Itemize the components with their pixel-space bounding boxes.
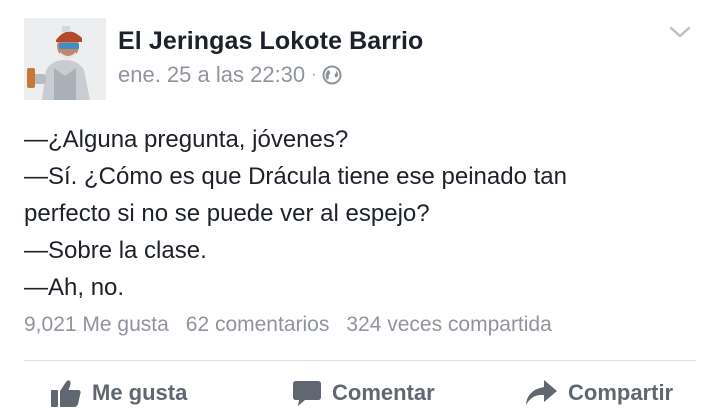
avatar[interactable] xyxy=(24,18,106,100)
share-arrow-icon xyxy=(526,380,557,405)
like-button[interactable]: Me gusta xyxy=(50,372,187,414)
chevron-down-icon[interactable] xyxy=(668,22,692,42)
post-timestamp[interactable]: ene. 25 a las 22:30 xyxy=(118,62,305,88)
meta-separator: · xyxy=(311,66,317,83)
comment-icon xyxy=(293,381,321,406)
globe-icon[interactable] xyxy=(322,65,342,85)
shares-count[interactable]: 324 veces compartida xyxy=(346,313,551,337)
post-body-line: perfecto si no se puede ver al espejo? xyxy=(24,200,430,227)
comments-count[interactable]: 62 comentarios xyxy=(186,313,330,337)
facebook-post: El Jeringas Lokote Barrio ene. 25 a las … xyxy=(0,0,720,417)
comment-button[interactable]: Comentar xyxy=(292,372,435,414)
like-label: Me gusta xyxy=(92,380,188,405)
share-button[interactable]: Compartir xyxy=(524,372,673,414)
post-meta: ene. 25 a las 22:30 · xyxy=(118,62,342,88)
share-label: Compartir xyxy=(568,380,674,405)
likes-count[interactable]: 9,021 Me gusta xyxy=(24,313,169,337)
post-body-line: —Sí. ¿Cómo es que Drácula tiene ese pein… xyxy=(24,163,567,190)
avatar-image xyxy=(24,18,106,100)
comment-label: Comentar xyxy=(332,380,435,405)
post-body-line: —Ah, no. xyxy=(24,274,125,301)
post-body-line: —¿Alguna pregunta, jóvenes? xyxy=(24,126,349,153)
post-body: —¿Alguna pregunta, jóvenes? —Sí. ¿Cómo e… xyxy=(24,121,704,306)
post-stats: 9,021 Me gusta 62 comentarios 324 veces … xyxy=(24,313,569,337)
post-body-line: —Sobre la clase. xyxy=(24,237,207,264)
action-bar: Me gusta Comentar Compartir xyxy=(0,372,720,414)
author-name[interactable]: El Jeringas Lokote Barrio xyxy=(118,27,423,56)
divider xyxy=(24,360,696,361)
thumbs-up-icon xyxy=(51,380,81,407)
